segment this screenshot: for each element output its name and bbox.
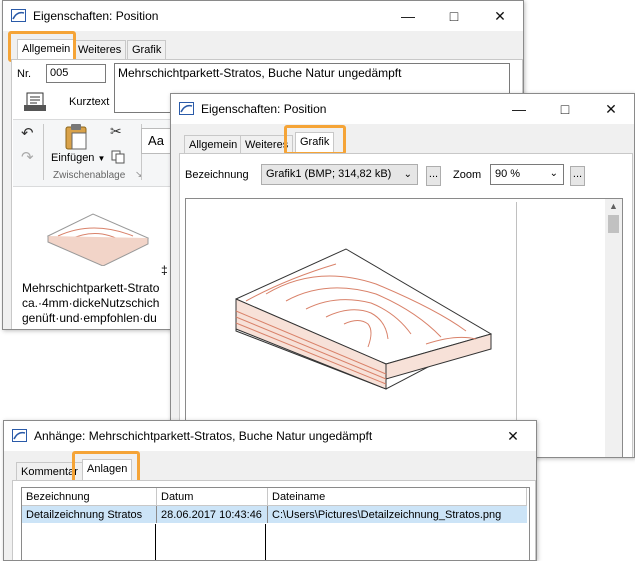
font-style-button[interactable]: Aa	[141, 128, 171, 154]
chevron-down-icon: ▼	[97, 154, 106, 163]
bezeichnung-value: Grafik1 (BMP; 314,82 kB)	[266, 168, 392, 180]
paste-label: Einfügen	[51, 152, 95, 164]
parquet-thumbnail	[46, 213, 150, 266]
zoom-select[interactable]: 90 % ⌄	[490, 164, 564, 185]
scroll-thumb[interactable]	[608, 215, 619, 233]
close-button[interactable]: ✕	[490, 421, 536, 451]
chevron-down-icon: ⌄	[403, 169, 412, 180]
bezeichnung-select[interactable]: Grafik1 (BMP; 314,82 kB) ⌄	[261, 164, 418, 185]
kurztext-label: Kurztext	[69, 96, 110, 108]
properties-window-graphic: Eigenschaften: Position — □ ✕ Allgemein …	[170, 93, 635, 458]
tab-allgemein[interactable]: Allgemein	[184, 135, 243, 154]
chevron-down-icon: ⌄	[549, 168, 558, 179]
column-header-dateiname[interactable]: Dateiname	[267, 488, 527, 506]
title-bar: Eigenschaften: Position — □ ✕	[3, 1, 523, 31]
paste-icon[interactable]	[63, 123, 89, 151]
nr-label: Nr.	[17, 68, 32, 80]
paste-button[interactable]: Einfügen ▼	[51, 152, 105, 164]
vertical-scrollbar[interactable]: ▲	[605, 199, 622, 457]
maximize-button[interactable]: □	[542, 94, 588, 124]
window-title: Eigenschaften: Position	[33, 9, 159, 23]
editor-line: ca.·4mm·dickeNutzschich	[22, 296, 160, 310]
editor-line: genüft·und·empfohlen·du	[22, 311, 157, 325]
graphic-viewport[interactable]: ▲	[185, 198, 623, 457]
title-bar: Eigenschaften: Position — □ ✕	[171, 94, 634, 124]
tab-weiteres[interactable]: Weiteres	[73, 40, 127, 59]
cell-bezeichnung: Detailzeichnung Stratos	[22, 505, 157, 523]
minimize-button[interactable]: —	[496, 94, 542, 124]
nr-field[interactable]: 005	[46, 64, 106, 83]
description-text: Mehrschichtparkett-Stratos, Buche Natur …	[118, 66, 402, 80]
editor-line: Mehrschichtparkett-Strato	[22, 281, 160, 295]
tab-kommentar[interactable]: Kommentar	[16, 462, 83, 481]
window-title: Eigenschaften: Position	[201, 102, 327, 116]
scroll-up-icon[interactable]: ▲	[609, 201, 618, 211]
tab-allgemein[interactable]: Allgemein	[17, 39, 76, 60]
redo-icon[interactable]: ↷	[21, 148, 34, 166]
attachments-window: Anhänge: Mehrschichtparkett-Stratos, Buc…	[3, 420, 537, 561]
font-style-label: Aa	[148, 133, 164, 148]
bezeichnung-browse-button[interactable]: ...	[426, 166, 441, 186]
app-icon	[179, 102, 194, 115]
column-header-datum[interactable]: Datum	[156, 488, 268, 506]
editor-text[interactable]: Mehrschichtparkett-Strato ca.·4mm·dickeN…	[22, 281, 159, 326]
column-header-bezeichnung[interactable]: Bezeichnung	[22, 488, 157, 506]
pilcrow-mark: ‡	[161, 263, 168, 277]
cell-datum: 28.06.2017 10:43:46	[156, 505, 268, 523]
tab-weiteres[interactable]: Weiteres	[240, 135, 294, 154]
zoom-label: Zoom	[453, 169, 482, 181]
table-row[interactable]: Detailzeichnung Stratos 28.06.2017 10:43…	[22, 505, 527, 523]
parquet-drawing	[235, 248, 493, 390]
cut-icon[interactable]: ✂	[110, 123, 122, 140]
tab-anlagen[interactable]: Anlagen	[82, 459, 133, 480]
tab-grafik[interactable]: Grafik	[127, 40, 167, 59]
maximize-button[interactable]: □	[431, 1, 477, 31]
undo-icon[interactable]: ↶	[21, 124, 34, 142]
app-icon	[12, 429, 27, 442]
table-header: Bezeichnung Datum Dateiname	[22, 488, 527, 506]
bezeichnung-label: Bezeichnung	[185, 169, 249, 181]
copy-icon[interactable]	[111, 150, 125, 164]
minimize-button[interactable]: —	[385, 1, 431, 31]
attachments-table[interactable]: Bezeichnung Datum Dateiname Detailzeichn…	[21, 487, 530, 560]
app-icon	[11, 9, 26, 22]
zoom-value: 90 %	[495, 168, 521, 180]
zoom-options-button[interactable]: ...	[570, 166, 585, 186]
close-button[interactable]: ✕	[588, 94, 634, 124]
window-title: Anhänge: Mehrschichtparkett-Stratos, Buc…	[34, 429, 373, 443]
kurztext-icon[interactable]	[23, 91, 47, 113]
title-bar: Anhänge: Mehrschichtparkett-Stratos, Buc…	[4, 421, 536, 451]
attachments-grid: Bezeichnung Datum Dateiname Detailzeichn…	[22, 488, 527, 523]
clipboard-group-label: Zwischenablage	[53, 170, 126, 181]
tab-grafik[interactable]: Grafik	[295, 132, 335, 153]
cell-dateiname: C:\Users\Pictures\Detailzeichnung_Strato…	[267, 505, 527, 523]
close-button[interactable]: ✕	[477, 1, 523, 31]
